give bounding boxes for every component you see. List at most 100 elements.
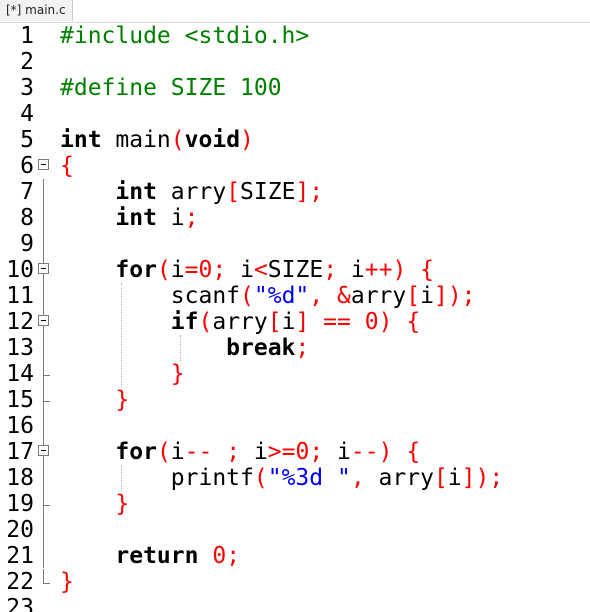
line-number: 19: [6, 491, 34, 517]
code-editor[interactable]: 1 #include <stdio.h> 2 3 #define SIZE 100 4 5 i…: [0, 23, 590, 612]
code-line[interactable]: 3 #define SIZE 100: [0, 75, 590, 101]
code-line[interactable]: 16: [0, 413, 590, 439]
fold-guide-for1: [38, 283, 50, 309]
code-token: i: [170, 257, 185, 283]
code-token: 0: [295, 439, 310, 465]
code-token: i: [240, 439, 268, 465]
indent-guide: [121, 283, 122, 387]
code-token: =: [184, 257, 199, 283]
code-line[interactable]: 13 break;: [0, 335, 590, 361]
fold-toggle-if[interactable]: [38, 309, 50, 335]
code-token: for: [115, 257, 157, 283]
code-text: scanf("%d", &arry[i]);: [60, 283, 476, 309]
fold-toggle-main[interactable]: [38, 153, 50, 179]
code-text: for(i=0; i<SIZE; i++) {: [60, 257, 434, 283]
code-line[interactable]: 12 if(arry[i] == 0) {: [0, 309, 590, 335]
code-token: (: [240, 283, 254, 309]
code-token: return: [115, 543, 199, 569]
code-token: i: [281, 309, 296, 335]
code-line[interactable]: 23: [0, 595, 590, 612]
code-token: i: [420, 283, 434, 309]
line-number: 21: [6, 543, 34, 569]
code-text: #include <stdio.h>: [60, 23, 309, 49]
line-number: 20: [6, 517, 34, 543]
line-number: 12: [6, 309, 34, 335]
code-token: arry: [212, 309, 268, 335]
code-text: int arry[SIZE];: [60, 179, 323, 205]
line-number: 23: [6, 595, 34, 612]
code-text: }: [60, 569, 74, 595]
code-line[interactable]: 11 scanf("%d", &arry[i]);: [0, 283, 590, 309]
code-token: i: [226, 257, 254, 283]
code-text: #define SIZE 100: [60, 75, 282, 101]
code-token: "%3d ": [267, 465, 351, 491]
line-number: 3: [20, 75, 34, 101]
code-line[interactable]: 10 for(i=0; i<SIZE; i++) {: [0, 257, 590, 283]
code-token: --: [184, 439, 213, 465]
code-line[interactable]: 4: [0, 101, 590, 127]
code-token: 0: [364, 309, 379, 335]
line-number: 1: [20, 23, 34, 49]
code-line[interactable]: 21 return 0;: [0, 543, 590, 569]
code-line[interactable]: 1 #include <stdio.h>: [0, 23, 590, 49]
fold-end-if: [38, 361, 50, 387]
code-token: ): [240, 127, 254, 153]
code-line[interactable]: 18 printf("%3d ", arry[i]);: [0, 465, 590, 491]
fold-guide-for2: [38, 465, 50, 491]
code-text: return 0;: [60, 543, 240, 569]
code-line[interactable]: 8 int i;: [0, 205, 590, 231]
code-token: ++): [364, 257, 407, 283]
fold-toggle-for2[interactable]: [38, 439, 50, 465]
code-token: [: [406, 283, 421, 309]
code-text: }: [60, 361, 185, 387]
code-token: ,: [309, 283, 324, 309]
code-token: scanf: [170, 283, 241, 309]
code-line[interactable]: 5 int main(void): [0, 127, 590, 153]
code-token: SIZE: [267, 257, 324, 283]
code-line[interactable]: 14 }: [0, 361, 590, 387]
code-token: int: [60, 127, 102, 153]
fold-end-for2: [38, 491, 50, 517]
code-token: int: [115, 179, 157, 205]
code-token: i: [337, 257, 365, 283]
code-line[interactable]: 7 int arry[SIZE];: [0, 179, 590, 205]
code-token: (: [156, 257, 171, 283]
code-line[interactable]: 15 }: [0, 387, 590, 413]
line-number: 11: [6, 283, 34, 309]
code-token: ;: [226, 543, 241, 569]
code-token: {: [420, 257, 435, 283]
code-line[interactable]: 19 }: [0, 491, 590, 517]
code-line[interactable]: 22}: [0, 569, 590, 595]
indent-guide: [180, 335, 181, 361]
code-line[interactable]: 6{: [0, 153, 590, 179]
code-token: ];: [295, 179, 324, 205]
line-number: 13: [6, 335, 34, 361]
code-line[interactable]: 17 for(i-- ; i>=0; i--) {: [0, 439, 590, 465]
tab-main-c[interactable]: [*] main.c: [0, 0, 73, 21]
code-token: (: [170, 127, 185, 153]
fold-end-main: [38, 569, 50, 595]
code-line[interactable]: 2: [0, 49, 590, 75]
line-number: 16: [6, 413, 34, 439]
code-line[interactable]: 9: [0, 231, 590, 257]
code-token: #define SIZE 100: [60, 75, 282, 101]
code-text: int i;: [60, 205, 198, 231]
line-number: 6: [20, 153, 34, 179]
code-token: ]);: [433, 283, 476, 309]
code-token: int: [115, 205, 157, 231]
line-number: 14: [6, 361, 34, 387]
code-token: 0: [212, 543, 227, 569]
code-text: break;: [60, 335, 309, 361]
code-token: #include <stdio.h>: [60, 23, 310, 49]
fold-toggle-for1[interactable]: [38, 257, 50, 283]
code-line[interactable]: 20: [0, 517, 590, 543]
code-token: }: [115, 387, 130, 413]
